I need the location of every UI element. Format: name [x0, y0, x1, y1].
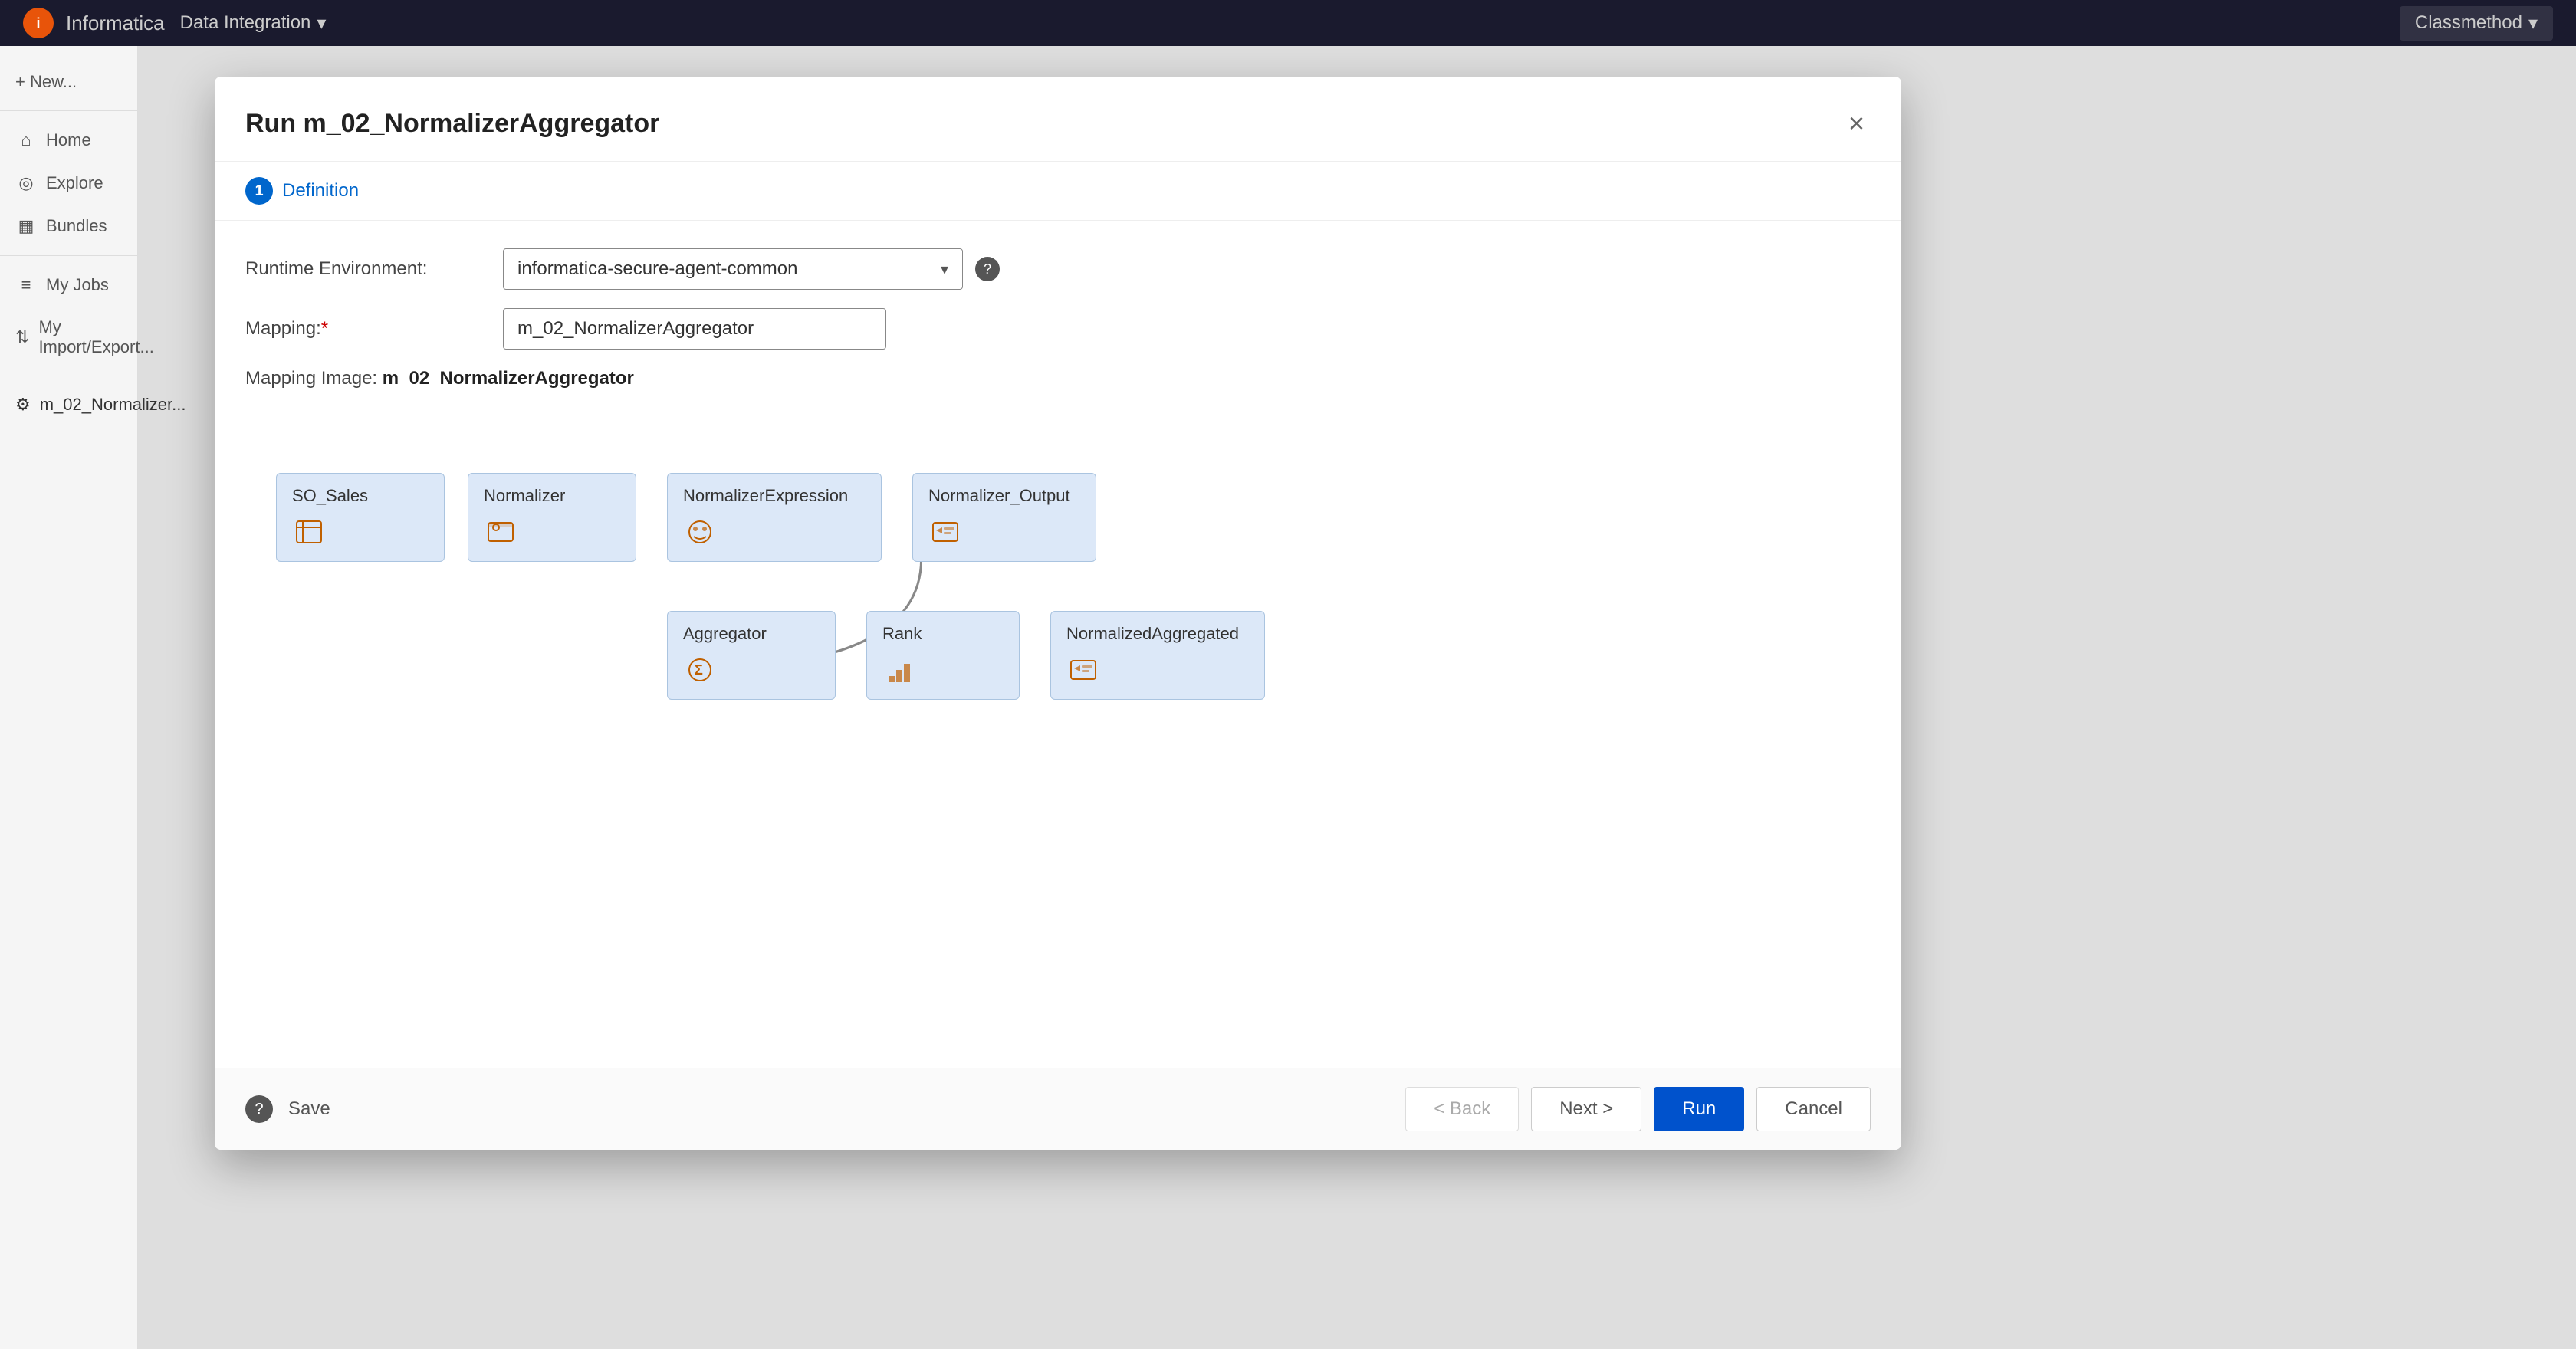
modal-header: Run m_02_NormalizerAggregator × [215, 77, 1901, 162]
flow-diagram: SO_Sales Normalizer NormalizerExpression [245, 427, 1871, 856]
sidebar-divider [0, 110, 137, 111]
sidebar-item-bundles[interactable]: ▦ Bundles [0, 205, 137, 248]
node-rank: Rank [866, 611, 1020, 700]
explore-icon: ◎ [15, 172, 37, 194]
bundles-icon: ▦ [15, 215, 37, 237]
rank-icon [882, 653, 916, 687]
app-logo: i [23, 8, 54, 38]
sidebar-new[interactable]: + New... [0, 61, 137, 103]
normalizer-output-icon [928, 515, 962, 549]
mapping-section: Mapping Image: m_02_NormalizerAggregator [245, 368, 1871, 856]
back-button[interactable]: < Back [1405, 1087, 1519, 1131]
run-button[interactable]: Run [1654, 1087, 1744, 1131]
node-normalizer-expression: NormalizerExpression [667, 473, 882, 562]
top-bar-right: Classmethod ▾ [2400, 6, 2553, 41]
sidebar-item-home[interactable]: ⌂ Home [0, 119, 137, 162]
sidebar-item-recent[interactable]: ⚙ m_02_Normalizer... [0, 383, 137, 426]
runtime-label: Runtime Environment: [245, 258, 491, 280]
normalized-aggregated-icon [1066, 653, 1100, 687]
next-button[interactable]: Next > [1531, 1087, 1641, 1131]
step-label: Definition [282, 180, 359, 202]
footer-right: < Back Next > Run Cancel [1405, 1087, 1871, 1131]
modal-title: Run m_02_NormalizerAggregator [245, 109, 659, 139]
step-number: 1 [245, 177, 273, 205]
importexport-icon: ⇅ [15, 327, 29, 348]
top-bar: i Informatica Data Integration ▾ Classme… [0, 0, 2576, 46]
aggregator-icon: Σ [683, 653, 717, 687]
modal-footer: ? Save < Back Next > Run Cancel [215, 1068, 1901, 1150]
sidebar-bottom: ⚙ m_02_Normalizer... [0, 383, 137, 426]
node-so-sales: SO_Sales [276, 473, 445, 562]
select-arrow-icon: ▾ [941, 260, 948, 279]
sidebar-item-importexport[interactable]: ⇅ My Import/Export... [0, 307, 137, 368]
sidebar-divider-2 [0, 255, 137, 256]
runtime-row: Runtime Environment: informatica-secure-… [245, 248, 1871, 290]
cancel-button[interactable]: Cancel [1756, 1087, 1871, 1131]
sidebar-item-myjobs[interactable]: ≡ My Jobs [0, 264, 137, 307]
app-section: Data Integration ▾ [180, 12, 327, 34]
runtime-select-value: informatica-secure-agent-common [518, 258, 797, 280]
node-normalizer-output: Normalizer_Output [912, 473, 1096, 562]
home-icon: ⌂ [15, 130, 37, 151]
modal-steps: 1 Definition [215, 162, 1901, 221]
app-title: Informatica [66, 11, 165, 35]
modal-close-button[interactable]: × [1842, 101, 1871, 146]
node-aggregator: Aggregator Σ [667, 611, 836, 700]
sidebar: + New... ⌂ Home ◎ Explore ▦ Bundles ≡ My… [0, 46, 138, 1349]
recent-icon: ⚙ [15, 394, 31, 415]
runtime-info-icon[interactable]: ? [975, 257, 1000, 281]
myjobs-icon: ≡ [15, 274, 37, 296]
step-definition: 1 Definition [245, 177, 1871, 205]
mapping-label: Mapping:* [245, 318, 491, 340]
run-modal: Run m_02_NormalizerAggregator × 1 Defini… [215, 77, 1901, 1150]
mapping-input[interactable] [503, 308, 886, 350]
sidebar-item-explore[interactable]: ◎ Explore [0, 162, 137, 205]
node-normalizer: Normalizer [468, 473, 636, 562]
so-sales-icon [292, 515, 326, 549]
help-button[interactable]: ? [245, 1095, 273, 1123]
modal-body: Runtime Environment: informatica-secure-… [215, 221, 1901, 1068]
classmethod-button[interactable]: Classmethod ▾ [2400, 6, 2553, 41]
footer-left: ? Save [245, 1095, 330, 1123]
normalizer-expression-icon [683, 515, 717, 549]
mapping-image-title: Mapping Image: m_02_NormalizerAggregator [245, 368, 1871, 389]
runtime-select-wrapper[interactable]: informatica-secure-agent-common ▾ [503, 248, 963, 290]
normalizer-icon [484, 515, 518, 549]
svg-text:Σ: Σ [695, 662, 703, 678]
save-button[interactable]: Save [288, 1098, 330, 1120]
mapping-row: Mapping:* [245, 308, 1871, 350]
node-normalized-aggregated: NormalizedAggregated [1050, 611, 1265, 700]
